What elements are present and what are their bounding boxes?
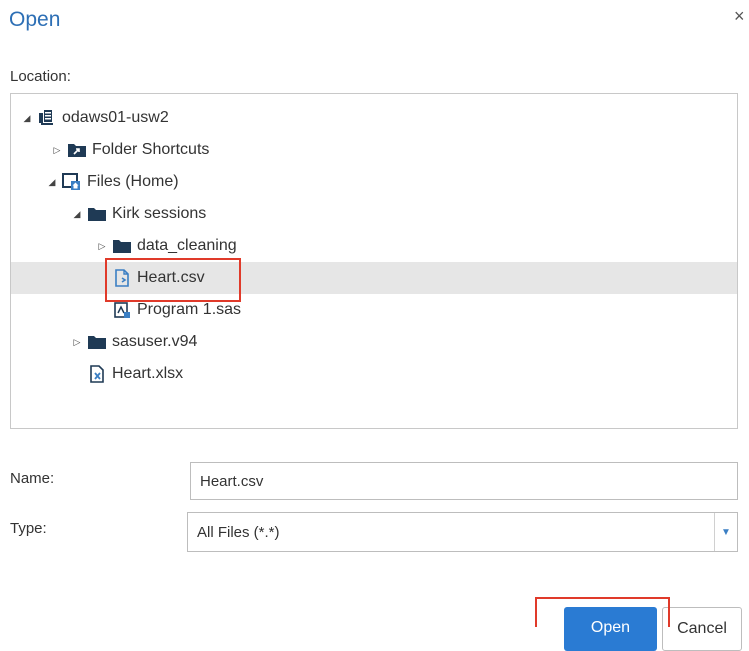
tree-item-label: Folder Shortcuts [92, 141, 210, 158]
tree-item-files-home[interactable]: ◢ Files (Home) [11, 166, 737, 198]
tree-item-odaws01-usw2[interactable]: ◢ odaws01-usw2 [11, 102, 737, 134]
highlight-box-open-button [535, 597, 670, 627]
expanded-arrow-icon[interactable]: ◢ [46, 166, 58, 198]
expanded-arrow-icon[interactable]: ◢ [71, 198, 83, 230]
chevron-down-icon[interactable]: ▼ [714, 513, 737, 551]
close-icon[interactable]: × [734, 6, 745, 27]
name-input[interactable] [190, 462, 738, 500]
tree-item-sasuser-v94[interactable]: ▷ sasuser.v94 [11, 326, 737, 358]
excel-file-icon [87, 365, 107, 383]
cancel-button[interactable]: Cancel [662, 607, 742, 651]
type-select-value: All Files (*.*) [197, 523, 280, 541]
folder-shortcut-icon [67, 141, 87, 159]
sas-program-icon [112, 301, 132, 319]
tree-item-label: Kirk sessions [112, 205, 207, 222]
folder-icon [87, 333, 107, 351]
expanded-arrow-icon[interactable]: ◢ [21, 102, 33, 134]
tree-item-kirk-sessions[interactable]: ◢ Kirk sessions [11, 198, 737, 230]
tree-item-heart-xlsx[interactable]: Heart.xlsx [11, 358, 737, 390]
location-label: Location: [10, 68, 71, 85]
tree-item-label: Heart.xlsx [112, 365, 184, 382]
tree-item-label: odaws01-usw2 [62, 109, 169, 126]
highlight-box-heart-csv [105, 258, 241, 302]
type-select[interactable]: All Files (*.*) ▼ [187, 512, 738, 552]
tree-item-folder-shortcuts[interactable]: ▷ Folder Shortcuts [11, 134, 737, 166]
collapsed-arrow-icon[interactable]: ▷ [51, 134, 63, 166]
folder-icon [112, 237, 132, 255]
tree-item-label: Files (Home) [87, 173, 179, 190]
folder-icon [87, 205, 107, 223]
name-label: Name: [10, 470, 55, 487]
collapsed-arrow-icon[interactable]: ▷ [71, 326, 83, 358]
home-folder-icon [62, 173, 82, 191]
tree-item-label: sasuser.v94 [112, 333, 198, 350]
server-icon [37, 109, 57, 127]
dialog-title: Open [9, 8, 61, 31]
type-label: Type: [10, 520, 47, 537]
